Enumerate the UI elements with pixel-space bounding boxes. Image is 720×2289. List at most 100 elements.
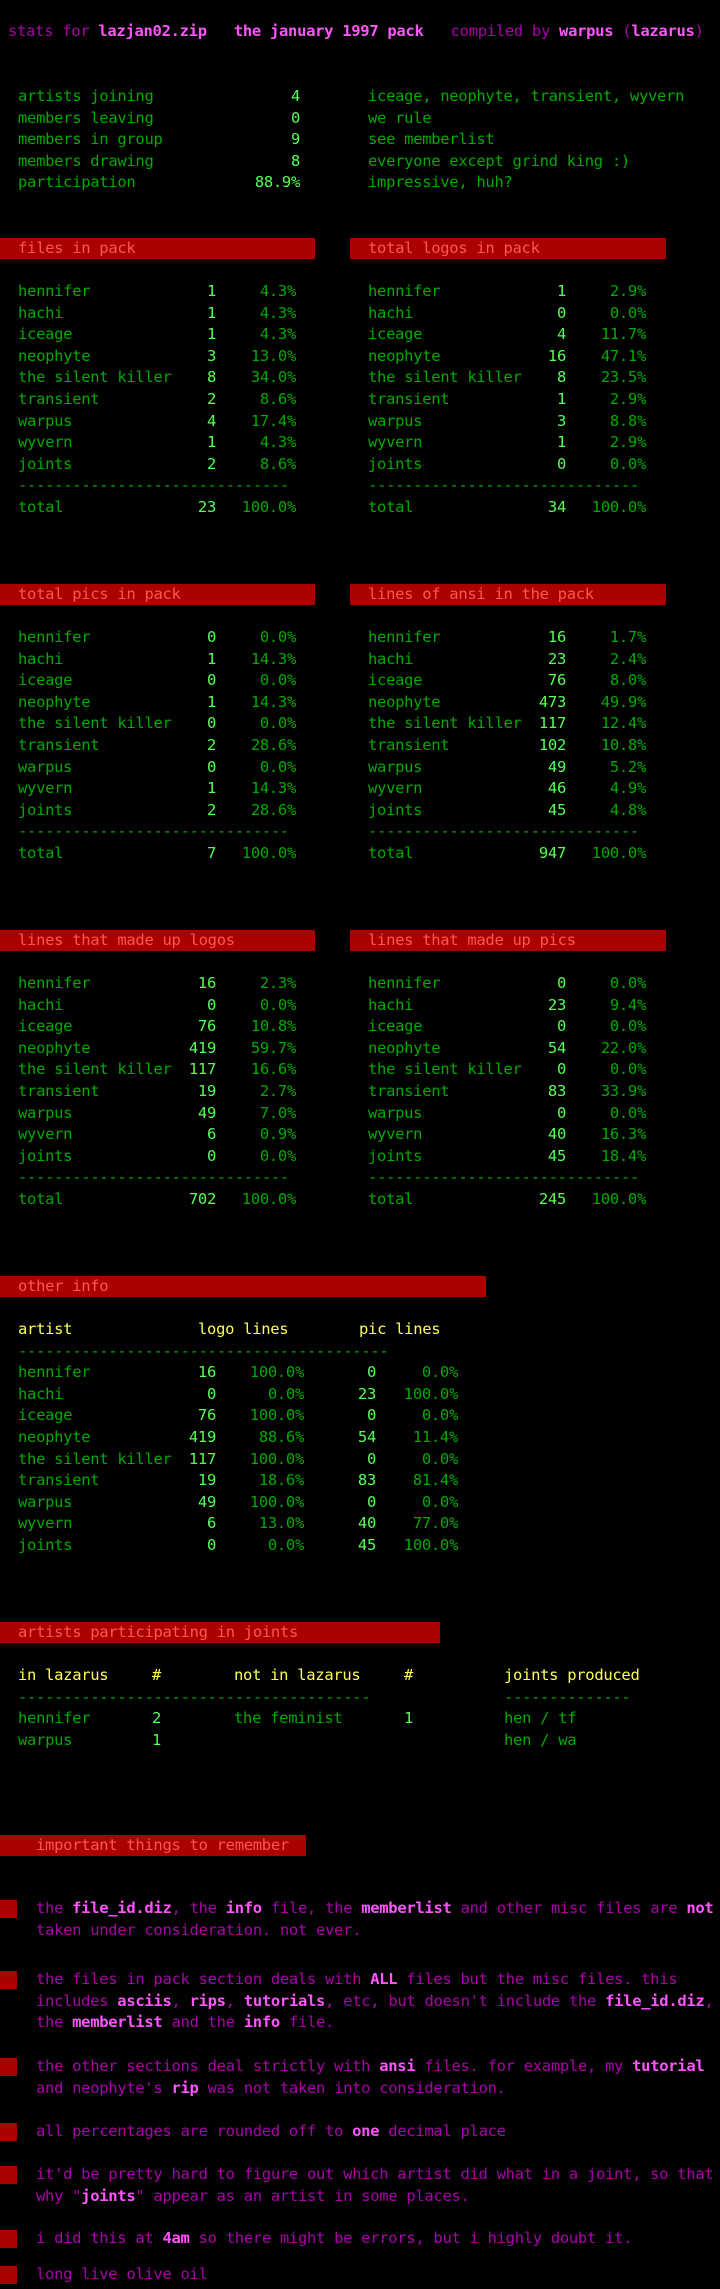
header-paren-close: ): [694, 22, 704, 40]
other-row-artist: hachi: [18, 1384, 64, 1403]
table-row-percent: 28.6%: [250, 800, 296, 819]
note-highlight: info: [225, 1899, 262, 1917]
other-row-pic-percent: 11.4%: [412, 1428, 458, 1446]
note-highlight: 4am: [162, 2229, 190, 2247]
note-text: the other sections deal strictly with an…: [36, 2056, 716, 2099]
table-row-count: 6: [206, 1125, 216, 1144]
note-highlight: ansi: [379, 2057, 416, 2075]
table-row-name: joints: [368, 454, 423, 473]
other-row-pic-percent: 0.0%: [421, 1363, 458, 1382]
joints-lazarus-artist: hennifer: [18, 1709, 91, 1728]
other-row-pic-count: 45: [357, 1536, 376, 1554]
table-row-percent: 2.7%: [259, 1082, 296, 1100]
joints-header: joints produced: [504, 1666, 640, 1684]
note-fragment: the files in pack section deals with: [36, 1970, 371, 1988]
joints-produced-item: hen / tf: [504, 1709, 577, 1728]
table-row-name: the silent killer: [368, 714, 522, 733]
table-row-percent: 1.7%: [609, 628, 646, 646]
table-title-bar: lines that made up pics: [350, 930, 666, 951]
table-row-count: 1: [206, 325, 216, 344]
note-fragment: , etc, but doesn't include the: [325, 1991, 606, 2010]
table-row-name: wyvern: [18, 433, 73, 452]
other-header-pic: pic lines: [359, 1320, 441, 1338]
other-row-logo-percent: 0.0%: [267, 1536, 304, 1554]
joints-header: #: [152, 1666, 162, 1684]
table-row-name: warpus: [368, 757, 423, 776]
table-row-name: neophyte: [368, 346, 441, 365]
header-group: lazarus: [631, 22, 695, 40]
note-fragment: taken under consideration. not ever.: [36, 1920, 362, 1939]
table-total-label: total: [18, 844, 64, 862]
table-row-percent: 33.9%: [600, 1082, 646, 1100]
table-row-count: 54: [547, 1038, 566, 1057]
note-highlight: asciis: [117, 1991, 172, 2010]
other-row-pic-count: 0: [366, 1406, 376, 1425]
other-row-pic-count: 0: [366, 1363, 376, 1382]
table-row-percent: 0.0%: [259, 671, 296, 690]
note-fragment: and other misc files are: [451, 1899, 687, 1917]
note-bullet: [0, 1900, 17, 1918]
table-total-count: 702: [188, 1190, 216, 1208]
table-row-count: 23: [547, 995, 566, 1014]
note-fragment: long live olive oil: [36, 2265, 208, 2283]
other-row-artist: the silent killer: [18, 1449, 172, 1468]
table-row-percent: 23.5%: [600, 368, 646, 387]
table-total-label: total: [368, 844, 414, 862]
table-row-count: 3: [206, 346, 216, 365]
table-row-percent: 11.7%: [600, 325, 646, 344]
note-highlight: ALL: [370, 1970, 398, 1988]
other-row-artist: joints: [18, 1536, 73, 1554]
table-row-count: 45: [547, 1146, 566, 1165]
table-row-count: 0: [556, 1017, 566, 1036]
table-title-bar: total logos in pack: [350, 238, 666, 259]
table-row-count: 0: [556, 1060, 566, 1079]
table-row-name: hennifer: [18, 628, 91, 646]
note-highlight: info: [243, 2013, 280, 2032]
other-row-logo-count: 49: [197, 1492, 216, 1511]
table-row-count: 0: [206, 628, 216, 646]
table-row-name: hachi: [368, 649, 414, 668]
table-row-percent: 16.6%: [250, 1060, 296, 1079]
table-row-count: 0: [556, 303, 566, 322]
table-row-name: hennifer: [368, 282, 441, 300]
table-total-percent: 100.0%: [241, 844, 297, 862]
table-row-count: 2: [206, 800, 216, 819]
table-row-count: 49: [547, 757, 566, 776]
table-row-count: 8: [206, 368, 216, 387]
table-row-name: warpus: [368, 1103, 423, 1122]
joints-separator: ---------------------------------------: [18, 1687, 371, 1706]
table-total-count: 947: [538, 844, 566, 862]
other-row-artist: neophyte: [18, 1428, 91, 1446]
other-row-pic-percent: 81.4%: [412, 1471, 458, 1490]
table-row-name: neophyte: [18, 692, 91, 711]
table-row-percent: 0.0%: [259, 714, 296, 733]
summary-note: iceage, neophyte, transient, wyvern: [368, 87, 685, 105]
note-bullet: [0, 2058, 17, 2076]
table-row-name: iceage: [368, 671, 423, 690]
summary-value: 8: [290, 151, 300, 170]
other-row-logo-percent: 100.0%: [249, 1406, 305, 1425]
note-bullet: [0, 2266, 17, 2284]
table-row-count: 1: [206, 692, 216, 711]
table-row-count: 117: [188, 1060, 216, 1079]
table-row-count: 16: [547, 346, 566, 365]
note-fragment: the other sections deal strictly with: [36, 2057, 380, 2075]
table-row-percent: 13.0%: [250, 346, 296, 365]
note-fragment: ,: [171, 1991, 190, 2010]
table-total-percent: 100.0%: [591, 1190, 647, 1208]
table-row-name: transient: [18, 390, 100, 408]
other-row-pic-percent: 0.0%: [421, 1449, 458, 1468]
table-row-percent: 59.7%: [250, 1038, 296, 1057]
note-text: the file_id.diz, the info file, the memb…: [36, 1898, 716, 1941]
note-fragment: and neophyte's: [36, 2078, 172, 2097]
note-bullet: [0, 1971, 17, 1989]
joints-separator-produced: --------------: [504, 1687, 631, 1706]
other-row-logo-count: 6: [206, 1514, 216, 1533]
summary-note: we rule: [368, 108, 432, 127]
table-row-name: iceage: [18, 671, 73, 690]
table-row-percent: 4.3%: [259, 303, 296, 322]
table-separator: ------------------------------: [368, 822, 639, 841]
note-highlight: not: [686, 1899, 714, 1917]
table-row-name: warpus: [18, 1103, 73, 1122]
table-row-name: iceage: [18, 325, 73, 344]
